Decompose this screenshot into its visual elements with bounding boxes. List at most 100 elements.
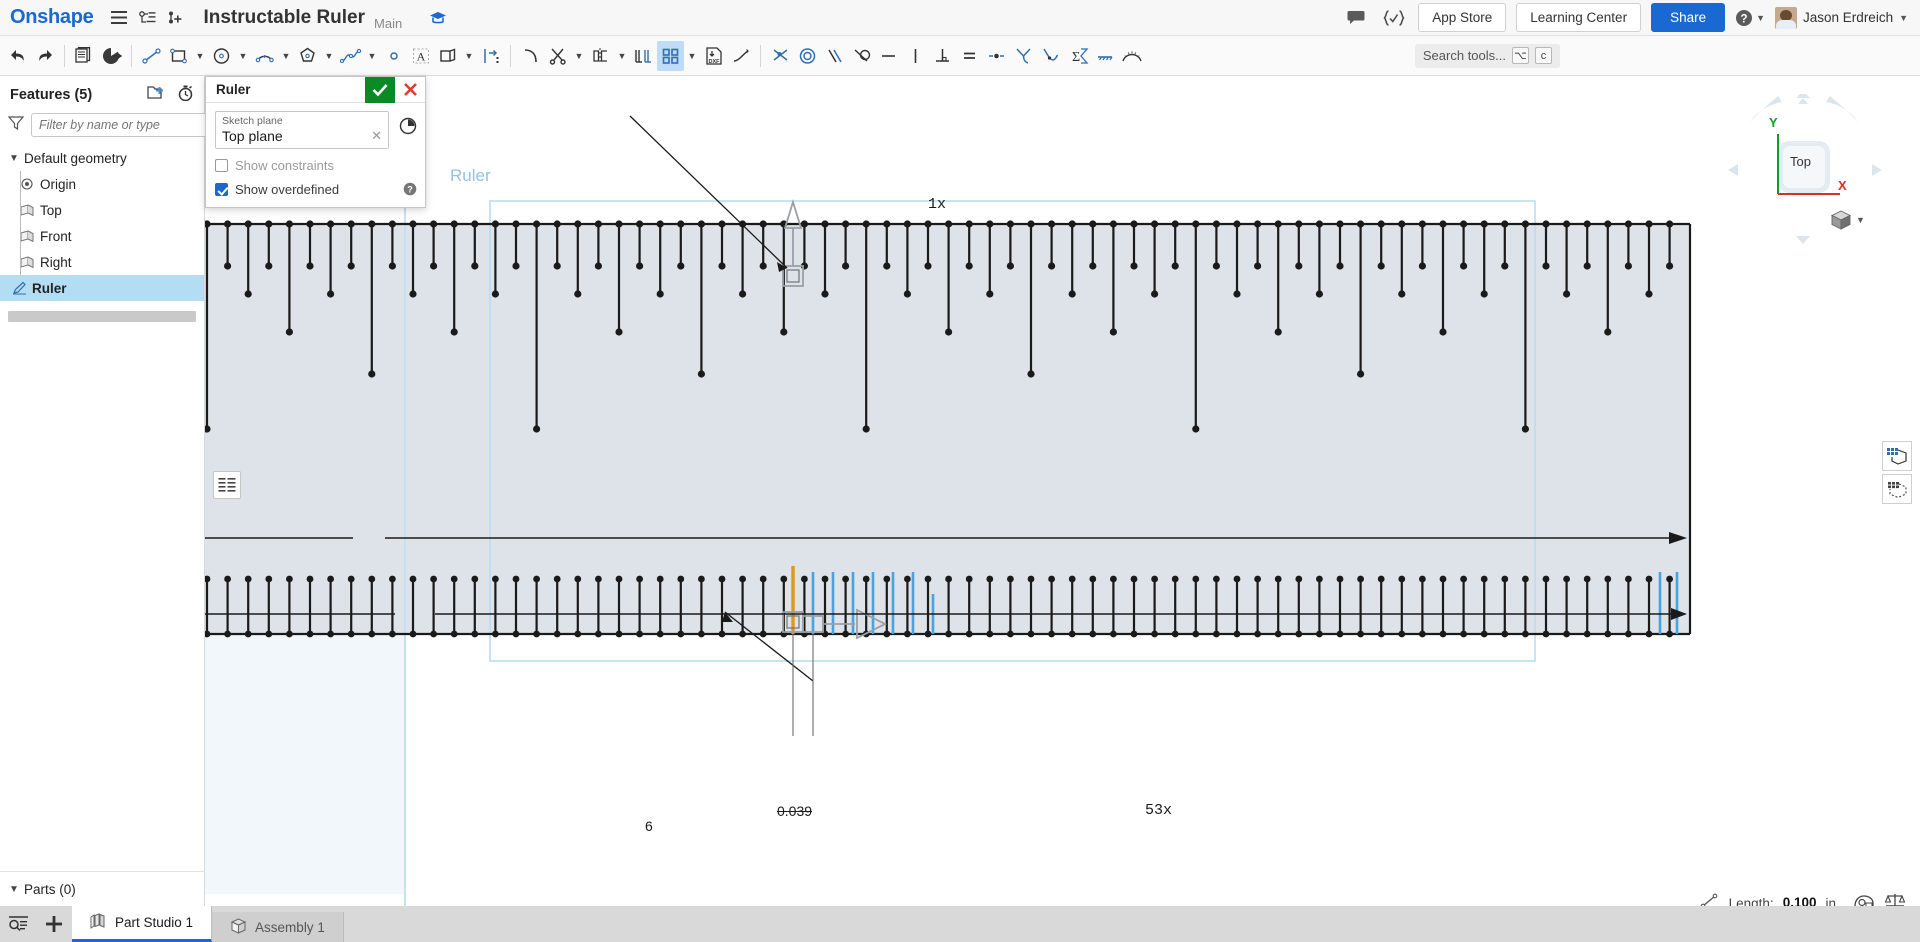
plus-icon[interactable]	[36, 906, 72, 942]
dimension-icon[interactable]	[1118, 41, 1145, 71]
tab-part-studio-1[interactable]: Part Studio 1	[72, 906, 213, 942]
vertical-icon[interactable]	[902, 41, 929, 71]
cancel-button[interactable]	[395, 77, 425, 103]
app-store-button[interactable]: App Store	[1418, 3, 1507, 32]
tab-list-icon[interactable]	[0, 906, 36, 942]
sketch-view-icon[interactable]	[98, 41, 125, 71]
construction-icon[interactable]	[727, 41, 754, 71]
new-sketch-icon[interactable]	[71, 41, 98, 71]
constraint-list-icon[interactable]	[213, 471, 241, 499]
equal-icon[interactable]	[956, 41, 983, 71]
chevron-down-icon[interactable]: ▼	[1856, 215, 1865, 225]
trim-icon[interactable]	[544, 41, 571, 71]
tab-label: Part Studio 1	[115, 915, 194, 930]
chevron-down-icon[interactable]: ▼	[6, 153, 22, 164]
fix-icon[interactable]	[1091, 41, 1118, 71]
import-dxf-icon[interactable]: DXF	[700, 41, 727, 71]
spline-icon[interactable]	[337, 41, 364, 71]
concentric-icon[interactable]	[794, 41, 821, 71]
tree-item-right[interactable]: Right	[0, 249, 204, 275]
polygon-icon[interactable]	[294, 41, 321, 71]
tree-item-origin[interactable]: Origin	[0, 171, 204, 197]
arc-icon[interactable]	[251, 41, 278, 71]
clear-x-icon[interactable]: ✕	[371, 128, 382, 144]
version-graph-icon[interactable]	[133, 4, 161, 32]
rollback-bar[interactable]	[8, 311, 196, 322]
view-cube[interactable]: Top X Y ▼	[1720, 91, 1890, 254]
chevron-down-icon[interactable]: ▼	[614, 41, 630, 71]
tree-item-ruler[interactable]: Ruler	[0, 275, 204, 301]
redo-icon[interactable]	[31, 41, 58, 71]
circle-icon[interactable]	[208, 41, 235, 71]
text-icon[interactable]: A	[407, 41, 434, 71]
timer-icon[interactable]	[177, 85, 194, 106]
user-menu[interactable]: Jason Erdreich ▼	[1775, 6, 1908, 29]
pattern-count-top[interactable]: 1x	[928, 196, 946, 213]
pattern-count-bottom[interactable]: 53x	[1145, 802, 1172, 819]
show-overdefined-checkbox[interactable]	[215, 183, 228, 196]
graphics-canvas[interactable]: Ruler 1x 53x 0.039 6 Top X Y ▼	[205, 76, 1920, 906]
onshape-logo[interactable]: Onshape	[10, 6, 94, 29]
offset-icon[interactable]	[477, 41, 504, 71]
curvature-icon[interactable]	[1037, 41, 1064, 71]
accept-button[interactable]	[365, 76, 395, 103]
chevron-down-icon[interactable]: ▼	[235, 41, 251, 71]
line-icon[interactable]	[138, 41, 165, 71]
dimension-small-value[interactable]: 0.039	[777, 803, 812, 819]
tree-item-top[interactable]: Top	[0, 197, 204, 223]
share-button[interactable]: Share	[1651, 3, 1726, 32]
point-icon[interactable]	[380, 41, 407, 71]
help-menu[interactable]: ? ▼	[1735, 9, 1765, 27]
sketch-history-icon[interactable]	[399, 117, 417, 140]
parallel-icon[interactable]	[821, 41, 848, 71]
workspace-name[interactable]: Main	[374, 16, 402, 35]
search-input[interactable]	[31, 113, 210, 137]
add-folder-icon[interactable]	[147, 85, 165, 106]
chevron-down-icon[interactable]: ▼	[278, 41, 294, 71]
help-question-icon[interactable]: ?	[403, 182, 417, 201]
filter-icon[interactable]	[7, 115, 25, 135]
coincident-icon[interactable]	[767, 41, 794, 71]
rectangle-icon[interactable]	[165, 41, 192, 71]
parts-header[interactable]: ▼ Parts (0)	[0, 872, 205, 906]
section-view-icon[interactable]	[1882, 441, 1912, 471]
explode-view-icon[interactable]	[1882, 474, 1912, 504]
normal-icon[interactable]: Σ	[1064, 41, 1091, 71]
fillet-icon[interactable]	[517, 41, 544, 71]
comment-icon[interactable]	[1342, 4, 1370, 32]
perpendicular-icon[interactable]	[929, 41, 956, 71]
display-mode-menu[interactable]: ▼	[1830, 209, 1865, 231]
show-constraints-row[interactable]: Show constraints	[215, 158, 416, 173]
tangent-icon[interactable]	[848, 41, 875, 71]
show-overdefined-row[interactable]: Show overdefined	[215, 182, 416, 197]
chevron-down-icon[interactable]: ▼	[684, 41, 700, 71]
avatar	[1775, 6, 1798, 29]
dimension-overall-value[interactable]: 6	[645, 818, 653, 834]
tab-assembly-1[interactable]: Assembly 1	[212, 912, 344, 942]
undo-icon[interactable]	[4, 41, 31, 71]
branch-add-icon[interactable]	[161, 4, 189, 32]
sketch-plane-field[interactable]: Sketch plane Top plane ✕	[215, 111, 389, 149]
show-constraints-checkbox[interactable]	[215, 159, 228, 172]
chevron-down-icon[interactable]: ▼	[364, 41, 380, 71]
hamburger-icon[interactable]	[105, 4, 133, 32]
chevron-down-icon[interactable]: ▼	[6, 884, 22, 895]
chevron-down-icon[interactable]: ▼	[192, 41, 208, 71]
search-tools[interactable]: Search tools... ⌥ c	[1414, 43, 1560, 68]
learning-center-button[interactable]: Learning Center	[1516, 3, 1642, 32]
midpoint-icon[interactable]	[983, 41, 1010, 71]
chevron-down-icon[interactable]: ▼	[571, 41, 587, 71]
symmetric-icon[interactable]	[1010, 41, 1037, 71]
grid-pattern-icon[interactable]	[657, 40, 684, 71]
document-title[interactable]: Instructable Ruler	[203, 7, 365, 29]
chevron-down-icon[interactable]: ▼	[461, 41, 477, 71]
horizontal-icon[interactable]	[875, 41, 902, 71]
tree-item-front[interactable]: Front	[0, 223, 204, 249]
mirror-icon[interactable]	[587, 41, 614, 71]
graduation-cap-icon[interactable]	[424, 4, 452, 32]
use-project-icon[interactable]	[434, 41, 461, 71]
featurescript-icon[interactable]	[1380, 4, 1408, 32]
tree-default-geometry[interactable]: ▼ Default geometry	[0, 145, 204, 171]
linear-pattern-icon[interactable]	[630, 41, 657, 71]
chevron-down-icon[interactable]: ▼	[321, 41, 337, 71]
